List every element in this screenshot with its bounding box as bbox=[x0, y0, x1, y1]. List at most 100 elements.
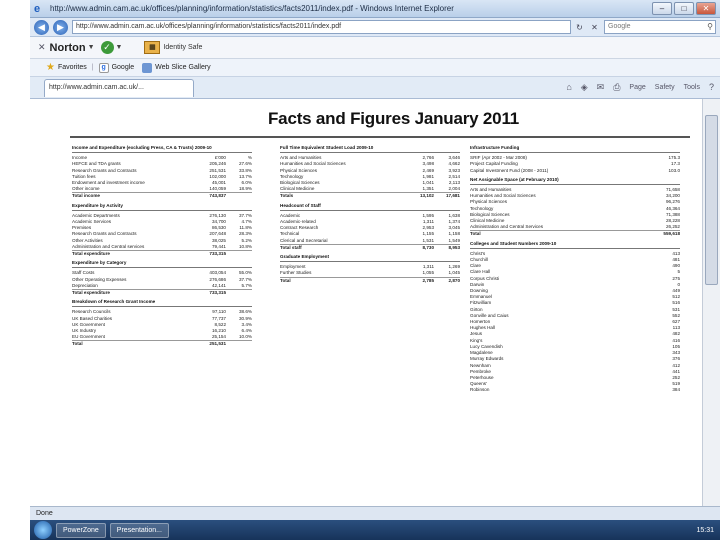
search-placeholder: Google bbox=[608, 23, 631, 30]
grad-rows: Employment 1,311 1,269 Further Studies 1,055… bbox=[280, 264, 460, 284]
forward-button[interactable]: ▶ bbox=[53, 19, 68, 35]
help-icon[interactable]: ? bbox=[709, 82, 714, 94]
table-row: Totals 13,102 17,681 bbox=[280, 192, 460, 199]
space-rows: Arts and Humanities 71,658 Humanities and … bbox=[470, 187, 680, 238]
row-label: Totals bbox=[280, 193, 294, 199]
maximize-button[interactable]: □ bbox=[674, 2, 694, 15]
staff-rows: Academic 1,595 1,638 Academic-related 1,311 1… bbox=[280, 213, 460, 251]
identity-safe-icon[interactable]: ▦ bbox=[144, 41, 161, 54]
minimize-button[interactable]: – bbox=[652, 2, 672, 15]
row-label: Total income bbox=[72, 193, 100, 199]
table-row: Total staff 8,730 8,953 bbox=[280, 243, 461, 251]
row-value: 1,055 bbox=[422, 270, 435, 276]
chevron-down-icon-2[interactable]: ▼ bbox=[116, 44, 123, 51]
refresh-icon[interactable]: ↻ bbox=[573, 21, 586, 34]
clock: 15:31 bbox=[696, 526, 714, 534]
row-value: 25,154 bbox=[211, 334, 226, 340]
table-row: Robinson 384 bbox=[470, 387, 680, 393]
row-value: 5.7% bbox=[241, 282, 252, 288]
row-value: 733,315 bbox=[209, 290, 226, 296]
identity-safe-label[interactable]: Identity Safe bbox=[163, 44, 202, 51]
row-label: Administration and Central Services bbox=[470, 224, 544, 230]
row-label: Total bbox=[470, 231, 481, 237]
research-heading: Breakdown of Research Grant Income bbox=[72, 299, 252, 308]
grad-heading: Graduate Employment bbox=[280, 254, 460, 263]
pdf-document[interactable]: Facts and Figures January 2011 Income an… bbox=[30, 99, 702, 506]
row-value: 10.8% bbox=[238, 243, 252, 249]
tab-bar: http://www.admin.cam.ac.uk/... ⌂ ◈ ✉ ⎙ P… bbox=[30, 77, 720, 99]
stop-icon[interactable]: ✕ bbox=[588, 21, 601, 34]
activity-heading: Expenditure by Activity bbox=[72, 203, 252, 211]
table-row: Further Studies 1,055 1,045 bbox=[280, 270, 460, 276]
staff-heading: Headcount of Staff bbox=[280, 203, 460, 211]
table-row: Total 251,531 bbox=[72, 340, 252, 347]
row-value bbox=[226, 193, 252, 199]
ie-icon: e bbox=[34, 2, 41, 15]
mail-icon[interactable]: ✉ bbox=[597, 82, 605, 94]
row-value: 26,252 bbox=[665, 224, 680, 230]
row-label: EU Government bbox=[72, 334, 105, 340]
row-value: 10.0% bbox=[238, 334, 252, 340]
row-value bbox=[226, 251, 252, 257]
command-bar: ⌂ ◈ ✉ ⎙ Page Safety Tools ? bbox=[566, 82, 714, 94]
row-value: 2,870 bbox=[448, 277, 461, 283]
favorites-star-icon[interactable]: ★ bbox=[46, 62, 55, 73]
row-value: 743,837 bbox=[209, 193, 226, 199]
income-rows: Income £'000% HEFCE and TDA grants 205,246 2… bbox=[72, 155, 252, 199]
row-label: Robinson bbox=[470, 387, 490, 393]
row-value: 42,141 bbox=[211, 282, 226, 288]
table-row: Total expenditure 733,315 bbox=[72, 289, 252, 296]
row-value: 8,953 bbox=[448, 244, 461, 250]
vertical-scrollbar[interactable] bbox=[702, 99, 720, 506]
start-button[interactable] bbox=[34, 521, 52, 539]
row-label: Total expenditure bbox=[72, 290, 110, 296]
norton-logo[interactable]: Norton bbox=[50, 42, 86, 54]
feeds-icon[interactable]: ◈ bbox=[581, 82, 588, 94]
row-value: 13,102 bbox=[419, 193, 434, 199]
row-label: Total expenditure bbox=[72, 251, 110, 257]
print-icon[interactable]: ⎙ bbox=[613, 82, 620, 94]
norton-check-icon[interactable]: ✓ bbox=[100, 41, 114, 54]
infra-panel: Infrastructure Funding SRIF (Apr 2002 - … bbox=[470, 142, 680, 394]
menu-page[interactable]: Page bbox=[629, 82, 645, 94]
income-heading: Income and Expenditure (excluding Press,… bbox=[72, 145, 252, 154]
row-value: 1,549 bbox=[448, 237, 461, 243]
table-row: Total 2,785 2,870 bbox=[280, 276, 461, 284]
row-value: 79,441 bbox=[211, 243, 226, 249]
infra-heading: Infrastructure Funding bbox=[470, 145, 680, 154]
chevron-down-icon[interactable]: ▼ bbox=[88, 44, 95, 51]
row-label: Total staff bbox=[280, 244, 302, 250]
favorites-label[interactable]: Favorites bbox=[58, 64, 87, 71]
colleges-rows: Christ's 413 Churchill 481 Clare 490 Clare Hal… bbox=[470, 251, 680, 394]
table-row: Depreciation 42,141 5.7% bbox=[72, 283, 252, 289]
scrollbar-thumb[interactable] bbox=[705, 115, 718, 285]
back-button[interactable]: ◀ bbox=[34, 19, 49, 35]
taskbar-item-powerzone[interactable]: PowerZone bbox=[56, 522, 106, 538]
search-input[interactable]: Google ⚲ bbox=[604, 20, 716, 34]
row-label: Further Studies bbox=[280, 270, 312, 276]
menu-safety[interactable]: Safety bbox=[655, 82, 675, 94]
students-heading: Full Time Equivalent Student Load 2009-1… bbox=[280, 145, 460, 154]
row-value: 1,531 bbox=[422, 237, 435, 243]
close-button[interactable]: ✕ bbox=[696, 2, 716, 15]
taskbar-item-presentation[interactable]: Presentation... bbox=[109, 522, 169, 538]
row-label: Capital Investment Fund (2008 - 2011) bbox=[470, 167, 549, 173]
row-label: Total bbox=[280, 277, 291, 283]
colleges-heading: Colleges and Student Numbers 2009-10 bbox=[470, 241, 680, 249]
tab-current[interactable]: http://www.admin.cam.ac.uk/... bbox=[44, 78, 194, 97]
favorite-web-slice-gallery[interactable]: Web Slice Gallery bbox=[142, 62, 211, 73]
row-label: Depreciation bbox=[72, 282, 98, 288]
row-label: Total bbox=[72, 341, 83, 347]
url-field[interactable]: http://www.admin.cam.ac.uk/offices/plann… bbox=[72, 20, 571, 34]
search-icon[interactable]: ⚲ bbox=[707, 21, 713, 33]
infra-rows: SRIF (Apr 2002 - Mar 2008) 175.3 Project C… bbox=[470, 155, 680, 174]
row-value: 140,059 bbox=[209, 186, 226, 192]
row-value: 1,045 bbox=[448, 270, 461, 276]
status-text: Done bbox=[36, 510, 53, 517]
home-icon[interactable]: ⌂ bbox=[566, 82, 571, 94]
menu-tools[interactable]: Tools bbox=[684, 82, 700, 94]
close-toolbar-icon[interactable]: ✕ bbox=[38, 42, 46, 53]
favorite-google[interactable]: g Google bbox=[98, 62, 134, 73]
row-value: 384 bbox=[672, 387, 680, 393]
row-value: 17,681 bbox=[445, 193, 460, 199]
